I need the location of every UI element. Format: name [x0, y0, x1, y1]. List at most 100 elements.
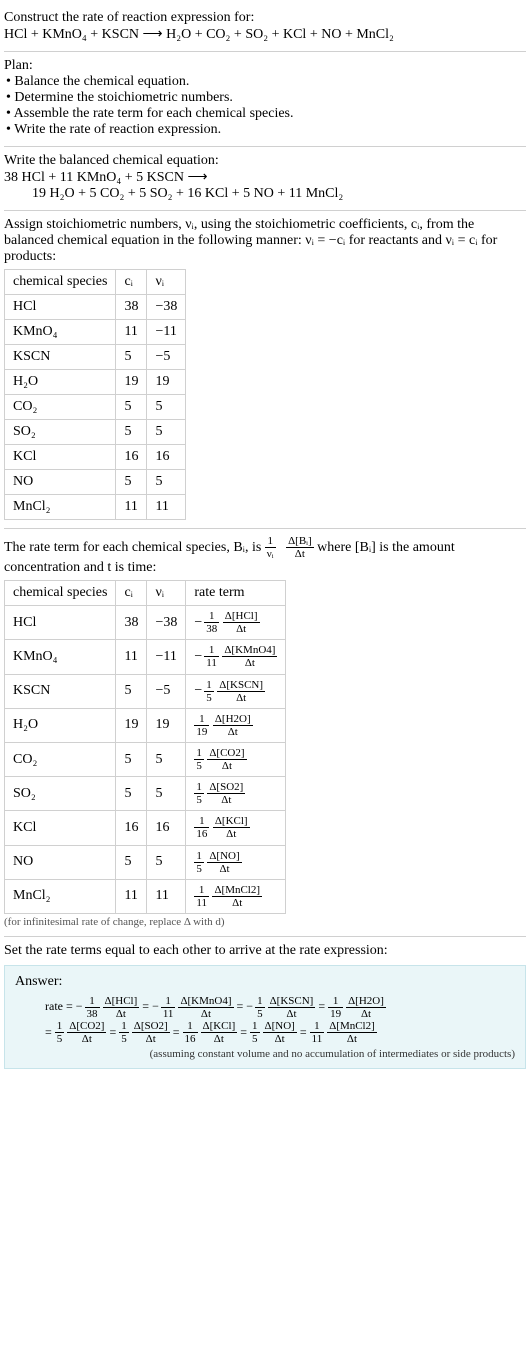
table-row: KCl1616116 Δ[KCl]Δt: [5, 811, 286, 845]
fraction: 116: [183, 1020, 198, 1045]
fraction: 138: [204, 610, 219, 635]
cell-ci: 5: [116, 845, 147, 879]
cell-rate: 15 Δ[SO2]Δt: [186, 777, 286, 811]
table-row: CO₂55: [5, 395, 186, 420]
fraction: 111: [194, 884, 209, 909]
table-header: chemical species: [5, 581, 116, 606]
table-header: νᵢ: [147, 270, 186, 295]
cell-rate: 119 Δ[H2O]Δt: [186, 708, 286, 742]
table-header: chemical species: [5, 270, 116, 295]
cell-vi: −11: [147, 640, 186, 674]
cell-ci: 5: [116, 470, 147, 495]
fraction: 15: [194, 747, 204, 772]
answer-term: 116 Δ[KCl]Δt: [183, 1025, 238, 1039]
rateterm-note: (for infinitesimal rate of change, repla…: [4, 916, 526, 928]
rateterm-delta-frac: Δ[Bᵢ] Δt: [286, 535, 314, 560]
cell-ci: 5: [116, 742, 147, 776]
answer-term: 15 Δ[SO2]Δt: [119, 1025, 169, 1039]
construct-title: Construct the rate of reaction expressio…: [4, 10, 526, 26]
fraction: Δ[NO]Δt: [263, 1020, 297, 1045]
cell-vi: 11: [147, 879, 186, 913]
fraction: 15: [255, 995, 265, 1020]
balanced-line1: 38 HCl + 11 KMnO₄ + 5 KSCN ⟶: [4, 169, 526, 186]
plan-item: • Write the rate of reaction expression.: [4, 122, 526, 138]
cell-rate: −138 Δ[HCl]Δt: [186, 606, 286, 640]
cell-species: HCl: [5, 606, 116, 640]
cell-species: SO₂: [5, 420, 116, 445]
cell-vi: 5: [147, 420, 186, 445]
section-assign: Assign stoichiometric numbers, νᵢ, using…: [4, 211, 526, 529]
fraction: Δ[CO2]Δt: [207, 747, 246, 772]
table-row: KMnO₄11−11: [5, 320, 186, 345]
cell-ci: 5: [116, 395, 147, 420]
cell-vi: −5: [147, 674, 186, 708]
cell-vi: 5: [147, 470, 186, 495]
cell-rate: −15 Δ[KSCN]Δt: [186, 674, 286, 708]
table-row: MnCl₂1111111 Δ[MnCl2]Δt: [5, 879, 286, 913]
table-header: νᵢ: [147, 581, 186, 606]
fraction: Δ[HCl]Δt: [103, 995, 140, 1020]
section-construct: Construct the rate of reaction expressio…: [4, 4, 526, 52]
cell-vi: −11: [147, 320, 186, 345]
table-row: HCl38−38: [5, 295, 186, 320]
fraction: 111: [204, 644, 219, 669]
plan-item: • Balance the chemical equation.: [4, 74, 526, 90]
table-row: H₂O1919119 Δ[H2O]Δt: [5, 708, 286, 742]
plan-title: Plan:: [4, 58, 526, 74]
section-rateterm: The rate term for each chemical species,…: [4, 529, 526, 937]
cell-species: HCl: [5, 295, 116, 320]
cell-vi: 11: [147, 495, 186, 520]
fraction: Δ[KMnO4]Δt: [222, 644, 277, 669]
frac-den: νᵢ: [265, 548, 276, 560]
construct-equation: HCl + KMnO₄ + KSCN ⟶ H₂O + CO₂ + SO₂ + K…: [4, 26, 526, 43]
cell-vi: 19: [147, 708, 186, 742]
answer-term: −138 Δ[HCl]Δt: [76, 999, 140, 1013]
table-row: NO5515 Δ[NO]Δt: [5, 845, 286, 879]
cell-ci: 11: [116, 879, 147, 913]
fraction: Δ[KSCN]Δt: [217, 679, 265, 704]
fraction: 119: [328, 995, 343, 1020]
table-row: NO55: [5, 470, 186, 495]
fraction: Δ[NO]Δt: [207, 850, 241, 875]
fraction: Δ[H2O]Δt: [346, 995, 386, 1020]
cell-ci: 5: [116, 674, 147, 708]
table-row: H₂O1919: [5, 370, 186, 395]
answer-term: 15 Δ[CO2]Δt: [55, 1025, 107, 1039]
cell-vi: −5: [147, 345, 186, 370]
section-setequal: Set the rate terms equal to each other t…: [4, 937, 526, 1077]
rate-label: rate =: [45, 999, 76, 1013]
cell-rate: 111 Δ[MnCl2]Δt: [186, 879, 286, 913]
cell-ci: 11: [116, 640, 147, 674]
setequal-text: Set the rate terms equal to each other t…: [4, 943, 526, 959]
fraction: Δ[MnCl2]Δt: [212, 884, 262, 909]
fraction: Δ[SO2]Δt: [132, 1020, 170, 1045]
rate-table: chemical speciescᵢνᵢrate termHCl38−38−13…: [4, 580, 286, 914]
answer-title: Answer:: [15, 974, 515, 990]
table-header: cᵢ: [116, 581, 147, 606]
balanced-line2: 19 H₂O + 5 CO₂ + 5 SO₂ + 16 KCl + 5 NO +…: [4, 186, 526, 202]
cell-vi: −38: [147, 606, 186, 640]
section-plan: Plan: • Balance the chemical equation.• …: [4, 52, 526, 147]
frac-num: Δ[Bᵢ]: [286, 535, 314, 548]
fraction: Δ[KCl]Δt: [201, 1020, 238, 1045]
cell-species: KSCN: [5, 674, 116, 708]
table-row: SO₂55: [5, 420, 186, 445]
cell-ci: 16: [116, 811, 147, 845]
cell-rate: 116 Δ[KCl]Δt: [186, 811, 286, 845]
cell-vi: −38: [147, 295, 186, 320]
fraction: 15: [119, 1020, 129, 1045]
cell-ci: 19: [116, 708, 147, 742]
frac-den: Δt: [286, 548, 314, 560]
cell-rate: 15 Δ[NO]Δt: [186, 845, 286, 879]
answer-box: Answer: rate = −138 Δ[HCl]Δt = −111 Δ[KM…: [4, 965, 526, 1069]
cell-ci: 11: [116, 320, 147, 345]
table-row: CO₂5515 Δ[CO2]Δt: [5, 742, 286, 776]
fraction: Δ[CO2]Δt: [67, 1020, 106, 1045]
cell-species: NO: [5, 845, 116, 879]
answer-line: rate = −138 Δ[HCl]Δt = −111 Δ[KMnO4]Δt =…: [45, 994, 515, 1020]
fraction: Δ[MnCl2]Δt: [327, 1020, 377, 1045]
cell-ci: 5: [116, 777, 147, 811]
cell-species: KMnO₄: [5, 320, 116, 345]
fraction: Δ[H2O]Δt: [213, 713, 253, 738]
plan-item: • Determine the stoichiometric numbers.: [4, 90, 526, 106]
